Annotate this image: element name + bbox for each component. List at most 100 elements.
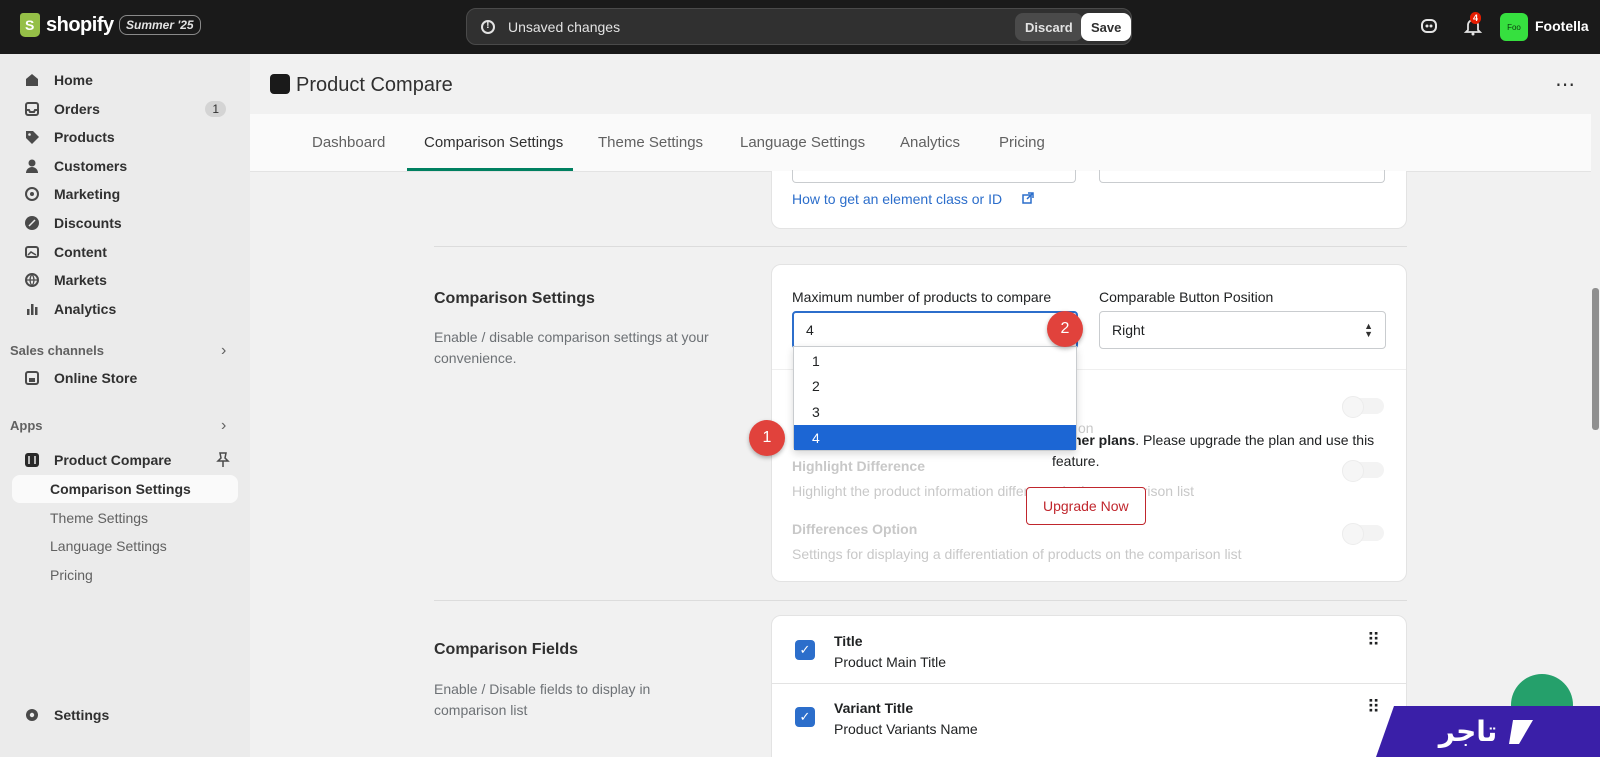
option-3[interactable]: 3 <box>794 399 1076 424</box>
tab-analytics[interactable]: Analytics <box>900 134 960 151</box>
row-divider <box>772 683 1406 684</box>
sidebar-item-marketing[interactable]: Marketing <box>12 180 238 208</box>
external-link-icon[interactable] <box>1022 191 1034 209</box>
sidebar-item-settings[interactable]: Settings <box>12 701 238 729</box>
sales-channels-heading[interactable]: Sales channels <box>10 343 104 358</box>
tab-pricing[interactable]: Pricing <box>999 134 1045 151</box>
sidebar-item-orders[interactable]: Orders 1 <box>12 95 238 123</box>
max-products-dropdown: 1 2 3 4 <box>793 346 1077 451</box>
sidebar-item-analytics[interactable]: Analytics <box>12 295 238 323</box>
comparison-settings-title: Comparison Settings <box>434 290 595 307</box>
watermark-mark-icon <box>1509 719 1534 744</box>
sidebar-subitem-theme-settings[interactable]: Theme Settings <box>12 504 238 532</box>
sidebar-item-online-store[interactable]: Online Store <box>12 364 238 392</box>
sidebar-item-label: Analytics <box>54 301 117 317</box>
section-divider <box>434 246 1407 247</box>
sidebar-item-markets[interactable]: Markets <box>12 266 238 294</box>
edition-badge: Summer '25 <box>119 15 201 35</box>
title-field-checkbox[interactable]: ✓ <box>795 640 815 660</box>
active-tab-indicator <box>407 168 573 171</box>
sidebar-item-label: Orders <box>54 101 100 117</box>
element-class-input[interactable] <box>792 170 1076 183</box>
differences-option-toggle[interactable] <box>1342 523 1384 545</box>
tab-theme-settings[interactable]: Theme Settings <box>598 134 703 151</box>
sidebar-subitem-comparison-settings[interactable]: Comparison Settings <box>12 475 238 503</box>
product-compare-app-icon <box>270 74 290 94</box>
drag-handle-icon[interactable]: ⠿ <box>1367 631 1382 649</box>
discard-button[interactable]: Discard <box>1015 13 1083 41</box>
chevron-right-icon[interactable]: › <box>221 417 226 435</box>
watermark-logo: تاجر <box>1376 706 1600 757</box>
chevron-right-icon[interactable]: › <box>221 342 226 360</box>
option-4[interactable]: 4 <box>794 425 1076 450</box>
element-id-input[interactable] <box>1099 170 1385 183</box>
highlight-difference-title: Highlight Difference <box>792 458 926 474</box>
apps-heading[interactable]: Apps <box>10 418 43 433</box>
sidebar-item-label: Discounts <box>54 215 122 231</box>
page-title: Product Compare <box>296 74 453 96</box>
home-icon <box>24 72 40 88</box>
gear-icon <box>24 707 40 723</box>
sidebar-item-label: Content <box>54 244 107 260</box>
annotation-marker-1: 1 <box>749 420 785 456</box>
orders-count-badge: 1 <box>205 101 226 117</box>
option-2[interactable]: 2 <box>794 373 1076 398</box>
person-icon <box>24 158 40 174</box>
product-compare-app-icon <box>24 452 40 468</box>
comparison-fields-title: Comparison Fields <box>434 641 579 658</box>
element-selector-card: How to get an element class or ID <box>771 170 1407 229</box>
field-title: Variant Title <box>834 700 914 716</box>
top-bar: shopify Summer '25 Unsaved changes Disca… <box>0 0 1600 54</box>
differences-option-desc: Settings for displaying a differentiatio… <box>792 546 1242 562</box>
sidebar-item-label: Product Compare <box>54 452 172 468</box>
sidekick-icon[interactable] <box>1419 16 1441 38</box>
discount-icon <box>24 215 40 231</box>
element-help-link[interactable]: How to get an element class or ID <box>792 191 1002 207</box>
pin-icon[interactable] <box>216 452 230 471</box>
option-1[interactable]: 1 <box>794 348 1076 373</box>
tab-comparison-settings[interactable]: Comparison Settings <box>424 134 563 151</box>
field-title: Title <box>834 633 863 649</box>
storefront-icon <box>24 370 40 386</box>
drag-handle-icon[interactable]: ⠿ <box>1367 698 1382 716</box>
shopify-logo[interactable]: shopify <box>20 13 114 37</box>
disabled-toggle[interactable] <box>1342 396 1384 418</box>
sidebar-item-home[interactable]: Home <box>12 66 238 94</box>
store-avatar[interactable]: Foo <box>1500 13 1528 41</box>
warning-icon <box>481 19 495 34</box>
sidebar-item-discounts[interactable]: Discounts <box>12 209 238 237</box>
button-position-label: Comparable Button Position <box>1099 289 1274 305</box>
button-position-select[interactable]: Right ▲ ▼ <box>1099 311 1386 349</box>
notification-badge: 4 <box>1470 12 1482 24</box>
sidebar-item-label: Customers <box>54 158 128 174</box>
save-button[interactable]: Save <box>1081 13 1132 41</box>
sidebar-item-label: Markets <box>54 272 107 288</box>
max-products-select[interactable]: 4 <box>792 311 1078 349</box>
sidebar-item-product-compare[interactable]: Product Compare <box>12 446 238 474</box>
sidebar-subitem-language-settings[interactable]: Language Settings <box>12 532 238 560</box>
inbox-icon <box>24 101 40 117</box>
sidebar-item-label: Settings <box>54 707 110 723</box>
sidebar-subitem-pricing[interactable]: Pricing <box>12 561 238 589</box>
more-actions-icon[interactable]: ⋯ <box>1555 72 1576 97</box>
image-icon <box>24 244 40 260</box>
upgrade-now-button[interactable]: Upgrade Now <box>1026 487 1146 525</box>
tab-language-settings[interactable]: Language Settings <box>740 134 865 151</box>
sidebar-item-customers[interactable]: Customers <box>12 152 238 180</box>
tab-dashboard[interactable]: Dashboard <box>312 134 385 151</box>
sidebar-item-products[interactable]: Products <box>12 123 238 151</box>
variant-title-field-checkbox[interactable]: ✓ <box>795 707 815 727</box>
sidebar: Home Orders 1 Products Customers Marketi… <box>0 54 250 757</box>
upgrade-notice: higher plans. Please upgrade the plan an… <box>1052 430 1392 472</box>
scrollbar-thumb[interactable] <box>1592 288 1599 430</box>
sidebar-item-content[interactable]: Content <box>12 238 238 266</box>
comparison-fields-card: ✓ Title Product Main Title ⠿ ✓ Variant T… <box>771 615 1407 757</box>
highlight-difference-toggle[interactable] <box>1342 460 1384 482</box>
sidebar-item-label: Online Store <box>54 370 138 386</box>
shopify-bag-icon <box>20 13 40 37</box>
target-icon <box>24 186 40 202</box>
max-products-label: Maximum number of products to compare <box>792 289 1052 305</box>
sidebar-item-label: Products <box>54 129 115 145</box>
field-subtitle: Product Main Title <box>834 654 947 670</box>
store-name[interactable]: Footella <box>1535 18 1589 34</box>
